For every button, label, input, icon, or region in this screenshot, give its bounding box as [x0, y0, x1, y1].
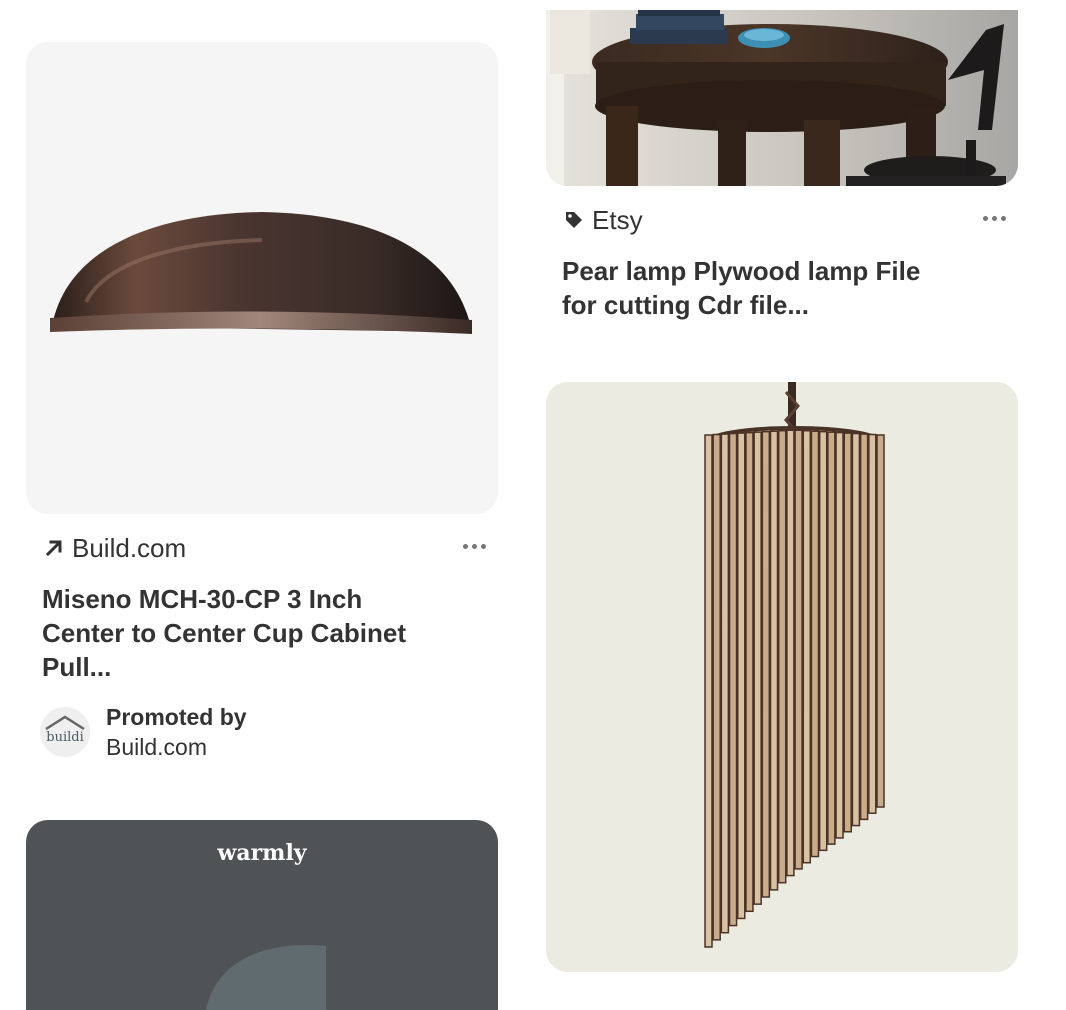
- pin-title-line: Center to Center Cup Cabinet: [42, 618, 407, 648]
- avatar[interactable]: buildi: [40, 707, 90, 757]
- pin-image-wooden-lamp[interactable]: [546, 382, 1018, 972]
- pin-title-etsy[interactable]: Pear lamp Plywood lamp File for cutting …: [562, 254, 920, 322]
- avatar-logo-text: buildi: [46, 730, 84, 745]
- pin-image-cabinet-pull[interactable]: [26, 42, 498, 514]
- cabinet-pull-photo: [26, 42, 498, 514]
- pin-title-build[interactable]: Miseno MCH-30-CP 3 Inch Center to Center…: [42, 582, 406, 684]
- pin-title-line: for cutting Cdr file...: [562, 290, 809, 320]
- pin-image-table[interactable]: [546, 10, 1018, 186]
- table-photo: [546, 10, 1018, 186]
- promoted-by[interactable]: buildi Promoted by Build.com: [40, 702, 247, 762]
- more-options-button[interactable]: [976, 208, 1012, 228]
- wooden-lamp-photo: [546, 382, 1018, 972]
- more-options-button[interactable]: [456, 536, 492, 556]
- pin-source-etsy[interactable]: Etsy: [562, 204, 643, 236]
- buildi-logo: buildi: [45, 715, 85, 745]
- pin-source-label: Build.com: [72, 533, 187, 563]
- promoted-by-label: Promoted by: [106, 704, 247, 730]
- advertiser-name[interactable]: Build.com: [106, 732, 247, 762]
- warmly-photo: [206, 944, 326, 1010]
- pin-image-warmly[interactable]: warmly: [26, 820, 498, 1010]
- arrow-up-right-icon: [42, 536, 66, 560]
- pin-source-build[interactable]: Build.com: [42, 532, 186, 564]
- tag-icon: [562, 208, 586, 232]
- pin-source-label: Etsy: [592, 205, 643, 235]
- pin-title-line: Miseno MCH-30-CP 3 Inch: [42, 584, 363, 614]
- pin-title-line: Pear lamp Plywood lamp File: [562, 256, 921, 286]
- pin-title-line: Pull...: [42, 652, 112, 682]
